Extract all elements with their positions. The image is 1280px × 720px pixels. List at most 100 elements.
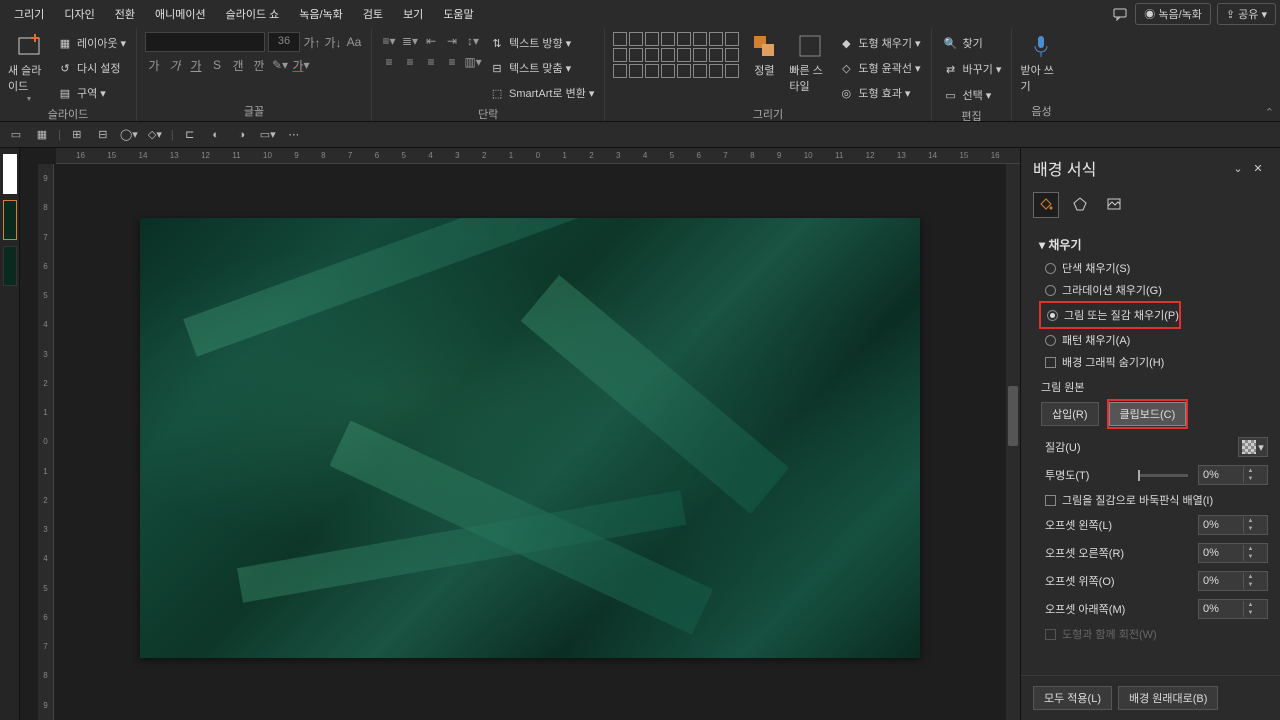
qat-icon-8[interactable]: ◐ xyxy=(206,125,226,145)
share-button[interactable]: ⇪ 공유 ▾ xyxy=(1217,3,1276,25)
indent-inc-button[interactable]: ⇥ xyxy=(443,32,461,50)
shape-fill-button[interactable]: ◆도형 채우기 ▾ xyxy=(835,32,922,54)
text-direction-button[interactable]: ⇅텍스트 방향 ▾ xyxy=(486,32,596,54)
pane-tab-fill-icon[interactable] xyxy=(1033,192,1059,218)
offset-bottom-value[interactable] xyxy=(1199,603,1243,615)
underline-button[interactable]: 가 xyxy=(187,56,205,74)
columns-button[interactable]: ▥▾ xyxy=(464,53,482,71)
pane-options-icon[interactable]: ⌄ xyxy=(1228,158,1248,178)
reset-button[interactable]: ↺다시 설정 xyxy=(54,57,128,79)
dictate-button[interactable]: 받아 쓰기 xyxy=(1020,32,1062,94)
smartart-button[interactable]: ⬚SmartArt로 변환 ▾ xyxy=(486,82,596,104)
pane-tab-effects-icon[interactable] xyxy=(1067,192,1093,218)
highlight-button[interactable]: ✎▾ xyxy=(271,56,289,74)
qat-icon-4[interactable]: ⊟ xyxy=(93,125,113,145)
fill-section-header[interactable]: ▾ 채우기 xyxy=(1039,232,1268,257)
align-center-button[interactable]: ≡ xyxy=(401,53,419,71)
strike-button[interactable]: S xyxy=(208,56,226,74)
tab-draw[interactable]: 그리기 xyxy=(4,2,54,26)
qat-icon-5[interactable]: ◯▾ xyxy=(119,125,139,145)
fill-solid-radio[interactable]: 단색 채우기(S) xyxy=(1039,257,1268,279)
find-button[interactable]: 🔍찾기 xyxy=(940,32,985,54)
vertical-scrollbar[interactable] xyxy=(1006,164,1020,720)
transparency-value[interactable] xyxy=(1199,469,1243,481)
align-justify-button[interactable]: ≡ xyxy=(443,53,461,71)
qat-icon-10[interactable]: ▭▾ xyxy=(258,125,278,145)
line-spacing-button[interactable]: ↕▾ xyxy=(464,32,482,50)
offset-right-spinner[interactable]: ▲▼ xyxy=(1198,543,1268,563)
quick-styles-button[interactable]: 빠른 스타일 xyxy=(789,32,831,94)
collapse-ribbon-icon[interactable]: ⌃ xyxy=(1265,106,1274,119)
shape-outline-button[interactable]: ◇도형 윤곽선 ▾ xyxy=(835,57,922,79)
layout-button[interactable]: ▦레이아웃 ▾ xyxy=(54,32,128,54)
clear-format-icon[interactable]: Aa xyxy=(345,33,363,51)
rotate-with-shape-check: 도형과 함께 회전(W) xyxy=(1039,623,1268,645)
font-size-combo[interactable]: 36 xyxy=(268,32,300,52)
new-slide-button[interactable]: 새 슬라이드 ▼ xyxy=(8,32,50,103)
reset-bg-button[interactable]: 배경 원래대로(B) xyxy=(1118,686,1218,710)
italic-button[interactable]: 가 xyxy=(166,56,184,74)
offset-left-label: 오프셋 왼쪽(L) xyxy=(1045,517,1192,533)
section-button[interactable]: ▤구역 ▾ xyxy=(54,82,128,104)
arrange-button[interactable]: 정렬 xyxy=(743,32,785,78)
qat-icon-3[interactable]: ⊞ xyxy=(67,125,87,145)
hide-bg-graphics-check[interactable]: 배경 그래픽 숨기기(H) xyxy=(1039,351,1268,373)
qat-icon-6[interactable]: ◇▾ xyxy=(145,125,165,145)
tab-review[interactable]: 검토 xyxy=(353,2,393,26)
texture-picker[interactable]: ▾ xyxy=(1238,437,1268,457)
align-right-button[interactable]: ≡ xyxy=(422,53,440,71)
comments-icon[interactable] xyxy=(1111,5,1129,23)
qat-icon-9[interactable]: ◑ xyxy=(232,125,252,145)
numbering-button[interactable]: ≣▾ xyxy=(401,32,419,50)
slide-thumb-1[interactable] xyxy=(3,154,17,194)
offset-bottom-spinner[interactable]: ▲▼ xyxy=(1198,599,1268,619)
bold-button[interactable]: 가 xyxy=(145,56,163,74)
offset-top-spinner[interactable]: ▲▼ xyxy=(1198,571,1268,591)
tab-record[interactable]: 녹음/녹화 xyxy=(289,2,353,26)
shapes-gallery[interactable] xyxy=(613,32,739,78)
tab-help[interactable]: 도움말 xyxy=(433,2,483,26)
transparency-spinner[interactable]: ▲▼ xyxy=(1198,465,1268,485)
replace-button[interactable]: ⇄바꾸기 ▾ xyxy=(940,58,1004,80)
offset-left-spinner[interactable]: ▲▼ xyxy=(1198,515,1268,535)
tab-transition[interactable]: 전환 xyxy=(105,2,145,26)
slide-thumb-2[interactable] xyxy=(3,200,17,240)
qat-more-icon[interactable]: ⋯ xyxy=(284,125,304,145)
align-text-button[interactable]: ⊟텍스트 맞춤 ▾ xyxy=(486,57,596,79)
select-button[interactable]: ▭선택 ▾ xyxy=(940,84,994,106)
pane-tab-picture-icon[interactable] xyxy=(1101,192,1127,218)
qat-icon-1[interactable]: ▭ xyxy=(6,125,26,145)
shrink-font-icon[interactable]: 가↓ xyxy=(324,33,342,51)
offset-left-value[interactable] xyxy=(1199,519,1243,531)
indent-dec-button[interactable]: ⇤ xyxy=(422,32,440,50)
qat-icon-2[interactable]: ▦ xyxy=(32,125,52,145)
tile-check[interactable]: 그림을 질감으로 바둑판식 배열(I) xyxy=(1039,489,1268,511)
offset-right-label: 오프셋 오른쪽(R) xyxy=(1045,545,1192,561)
tab-animation[interactable]: 애니메이션 xyxy=(145,2,216,26)
pane-close-icon[interactable]: ✕ xyxy=(1248,158,1268,178)
slide-canvas[interactable] xyxy=(140,218,920,658)
clipboard-button[interactable]: 클립보드(C) xyxy=(1109,402,1187,426)
font-color-button[interactable]: 가▾ xyxy=(292,56,310,74)
fill-pattern-radio[interactable]: 패턴 채우기(A) xyxy=(1039,329,1268,351)
bullets-button[interactable]: ≡▾ xyxy=(380,32,398,50)
shape-effects-button[interactable]: ◎도형 효과 ▾ xyxy=(835,82,922,104)
qat-crop-icon[interactable]: ⊏ xyxy=(180,125,200,145)
insert-button[interactable]: 삽입(R) xyxy=(1041,402,1099,426)
fill-gradient-radio[interactable]: 그라데이션 채우기(G) xyxy=(1039,279,1268,301)
record-button[interactable]: ◉ 녹음/녹화 xyxy=(1135,3,1211,25)
font-family-combo[interactable] xyxy=(145,32,265,52)
tab-design[interactable]: 디자인 xyxy=(54,2,104,26)
apply-all-button[interactable]: 모두 적용(L) xyxy=(1033,686,1112,710)
offset-right-value[interactable] xyxy=(1199,547,1243,559)
fill-picture-radio[interactable]: 그림 또는 질감 채우기(P) xyxy=(1041,304,1179,326)
transparency-slider[interactable] xyxy=(1138,474,1188,477)
offset-top-value[interactable] xyxy=(1199,575,1243,587)
char-spacing-button[interactable]: 갠 xyxy=(229,56,247,74)
align-left-button[interactable]: ≡ xyxy=(380,53,398,71)
tab-slideshow[interactable]: 슬라이드 쇼 xyxy=(216,2,290,26)
grow-font-icon[interactable]: 가↑ xyxy=(303,33,321,51)
slide-thumb-3[interactable] xyxy=(3,246,17,286)
tab-view[interactable]: 보기 xyxy=(393,2,433,26)
change-case-button[interactable]: 깐 xyxy=(250,56,268,74)
